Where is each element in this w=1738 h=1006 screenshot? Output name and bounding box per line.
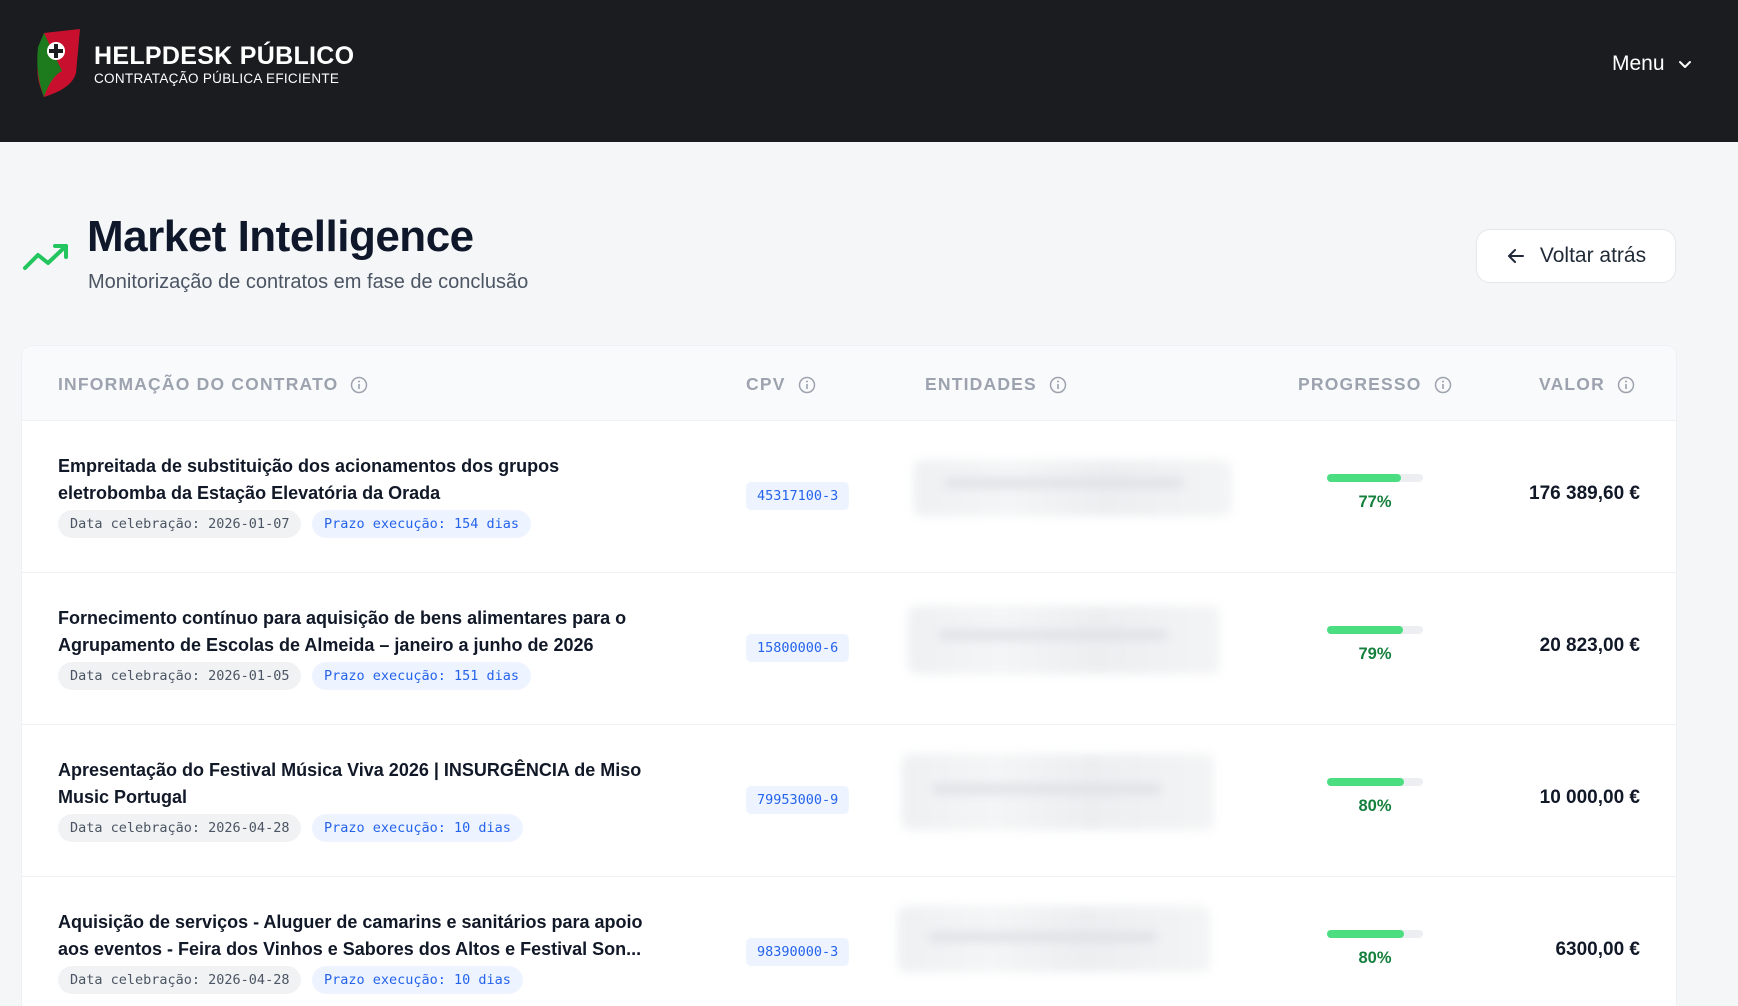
progress-bar bbox=[1327, 778, 1423, 786]
contracts-table: INFORMAÇÃO DO CONTRATO CPV ENTIDADES PRO… bbox=[22, 346, 1676, 1006]
back-button-label: Voltar atrás bbox=[1539, 244, 1647, 267]
progress-bar bbox=[1327, 930, 1423, 938]
page-title: Market Intelligence bbox=[87, 212, 474, 261]
progress-bar bbox=[1327, 474, 1423, 482]
info-icon[interactable] bbox=[350, 376, 368, 394]
progress-percent: 77% bbox=[1358, 493, 1392, 511]
column-header-progresso[interactable]: PROGRESSO bbox=[1298, 374, 1452, 395]
table-row[interactable]: Aquisição de serviços - Aluguer de camar… bbox=[22, 876, 1676, 1006]
contract-title[interactable]: Apresentação do Festival Música Viva 202… bbox=[58, 757, 678, 811]
date-badge: Data celebração: 2026-01-05 bbox=[58, 662, 302, 690]
contract-title[interactable]: Aquisição de serviços - Aluguer de camar… bbox=[58, 909, 678, 963]
table-header: INFORMAÇÃO DO CONTRATO CPV ENTIDADES PRO… bbox=[22, 346, 1676, 421]
brand-title: HELPDESK PÚBLICO bbox=[94, 42, 355, 70]
date-badge: Data celebração: 2026-04-28 bbox=[58, 966, 302, 994]
back-button[interactable]: Voltar atrás bbox=[1476, 229, 1676, 283]
column-header-valor[interactable]: VALOR bbox=[1539, 374, 1635, 395]
info-icon[interactable] bbox=[1434, 376, 1452, 394]
trending-up-icon bbox=[23, 244, 68, 270]
arrow-left-icon bbox=[1507, 249, 1524, 263]
column-label-cpv: CPV bbox=[746, 374, 786, 394]
deadline-badge: Prazo execução: 151 dias bbox=[312, 662, 532, 690]
table-row[interactable]: Empreitada de substituição dos acionamen… bbox=[22, 420, 1676, 573]
table-row[interactable]: Apresentação do Festival Música Viva 202… bbox=[22, 724, 1676, 877]
progress-bar bbox=[1327, 626, 1423, 634]
redacted-entities bbox=[898, 906, 1210, 972]
date-badge: Data celebração: 2026-01-07 bbox=[58, 510, 302, 538]
date-badge: Data celebração: 2026-04-28 bbox=[58, 814, 302, 842]
menu-label: Menu bbox=[1612, 52, 1665, 75]
info-icon[interactable] bbox=[1617, 376, 1635, 394]
redacted-entities bbox=[914, 460, 1232, 516]
column-header-info[interactable]: INFORMAÇÃO DO CONTRATO bbox=[58, 374, 368, 395]
info-icon[interactable] bbox=[1049, 376, 1067, 394]
redacted-entities bbox=[902, 754, 1214, 830]
table-row[interactable]: Fornecimento contínuo para aquisição de … bbox=[22, 572, 1676, 725]
cpv-code-badge[interactable]: 45317100-3 bbox=[746, 482, 850, 510]
chevron-down-icon bbox=[1678, 61, 1691, 68]
redacted-entities bbox=[908, 606, 1220, 674]
cpv-code-badge[interactable]: 79953000-9 bbox=[746, 786, 850, 814]
top-navigation-bar: HELPDESK PÚBLICO CONTRATAÇÃO PÚBLICA EFI… bbox=[0, 0, 1738, 142]
info-icon[interactable] bbox=[798, 376, 816, 394]
menu-button[interactable]: Menu bbox=[1612, 48, 1693, 80]
contract-value: 20 823,00 € bbox=[1539, 635, 1640, 656]
contract-value: 176 389,60 € bbox=[1529, 483, 1640, 504]
contract-title[interactable]: Empreitada de substituição dos acionamen… bbox=[58, 453, 678, 507]
deadline-badge: Prazo execução: 154 dias bbox=[312, 510, 532, 538]
progress-percent: 80% bbox=[1358, 797, 1392, 815]
deadline-badge: Prazo execução: 10 dias bbox=[312, 966, 523, 994]
cpv-code-badge[interactable]: 98390000-3 bbox=[746, 938, 850, 966]
column-label-progresso: PROGRESSO bbox=[1298, 374, 1422, 394]
contract-value: 10 000,00 € bbox=[1539, 787, 1640, 808]
portugal-logo-icon[interactable] bbox=[34, 27, 86, 99]
page-subtitle: Monitorização de contratos em fase de co… bbox=[88, 271, 529, 293]
column-header-cpv[interactable]: CPV bbox=[746, 374, 816, 395]
progress-percent: 80% bbox=[1358, 949, 1392, 967]
contract-value: 6300,00 € bbox=[1555, 939, 1640, 960]
column-label-entidades: ENTIDADES bbox=[925, 374, 1037, 394]
column-label-valor: VALOR bbox=[1539, 374, 1605, 394]
brand-subtitle: CONTRATAÇÃO PÚBLICA EFICIENTE bbox=[94, 71, 340, 86]
progress-percent: 79% bbox=[1358, 645, 1392, 663]
column-label-info: INFORMAÇÃO DO CONTRATO bbox=[58, 374, 339, 394]
contract-title[interactable]: Fornecimento contínuo para aquisição de … bbox=[58, 605, 678, 659]
column-header-entidades[interactable]: ENTIDADES bbox=[925, 374, 1067, 395]
cpv-code-badge[interactable]: 15800000-6 bbox=[746, 634, 850, 662]
deadline-badge: Prazo execução: 10 dias bbox=[312, 814, 523, 842]
